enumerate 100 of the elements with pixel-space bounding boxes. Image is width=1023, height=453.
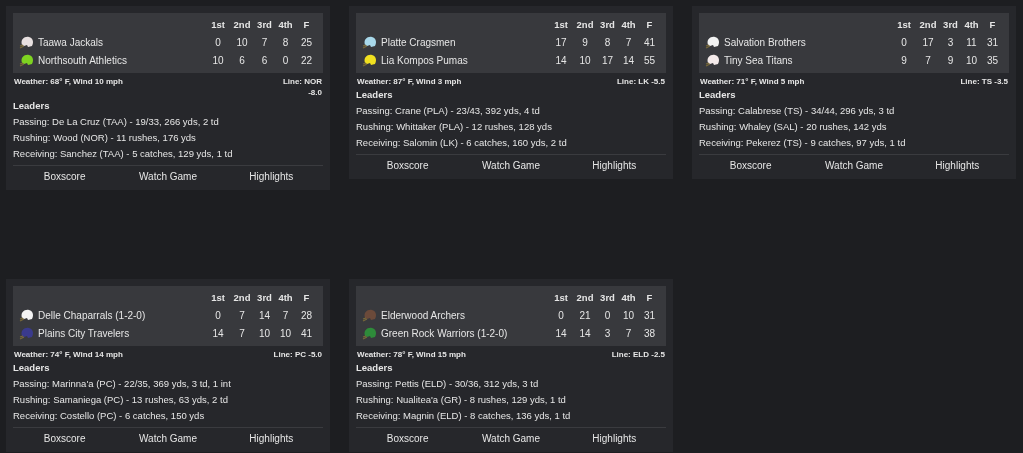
game-link[interactable]: Watch Game	[459, 158, 563, 174]
game-link[interactable]: Boxscore	[13, 431, 117, 447]
period-label: F	[645, 18, 654, 32]
score: 7	[281, 309, 290, 323]
score: 35	[985, 54, 1000, 68]
score: 3	[603, 327, 612, 341]
leader-stat: Receiving: Salomin (LK) - 6 catches, 160 yds, 2 td	[356, 137, 568, 149]
score: 0	[557, 309, 565, 323]
score: 10	[964, 54, 979, 68]
score: 17	[554, 36, 568, 50]
game-link[interactable]: Watch Game	[116, 169, 220, 185]
game-link[interactable]: Boxscore	[13, 169, 117, 185]
team-name: Salvation Brothers	[724, 36, 806, 50]
score: 10	[578, 54, 592, 68]
period-label: 4th	[277, 18, 294, 32]
period-label: 3rd	[599, 18, 616, 32]
leader-stat: Passing: De La Cruz (TAA) - 19/33, 266 yds, 2 td	[13, 116, 220, 128]
period-label: 4th	[277, 291, 294, 305]
score: 0	[214, 36, 222, 50]
leader-stat: Receiving: Sanchez (TAA) - 5 catches, 129 yds, 1 td	[13, 148, 234, 160]
weather-text: Weather: 78° F, Wind 15 mph	[357, 349, 466, 360]
team-name: Taawa Jackals	[38, 36, 104, 50]
game-link[interactable]: Highlights	[562, 158, 666, 174]
betting-line: Line: TS -3.5	[960, 76, 1008, 87]
period-label: 4th	[620, 18, 637, 32]
period-label: 1st	[896, 18, 912, 32]
weather-text: Weather: 74° F, Wind 14 mph	[14, 349, 123, 360]
leaders-heading: Leaders	[699, 89, 737, 101]
leader-stat: Rushing: Wood (NOR) - 11 rushes, 176 yds	[13, 132, 197, 144]
score: 11	[965, 36, 978, 50]
score: 14	[554, 54, 568, 68]
betting-line: Line: LK -5.5	[617, 76, 665, 87]
period-label: F	[302, 291, 311, 305]
period-label: 1st	[210, 291, 226, 305]
period-label: 1st	[553, 18, 569, 32]
weather-text: Weather: 68° F, Wind 10 mph	[14, 76, 123, 87]
leader-stat: Rushing: Nualitea'a (GR) - 8 rushes, 129 yds, 1 td	[356, 394, 567, 406]
betting-line: Line: ELD -2.5	[611, 349, 665, 360]
team-name: Platte Cragsmen	[381, 36, 456, 50]
period-label: F	[302, 18, 311, 32]
score: 6	[238, 54, 246, 68]
score: 0	[281, 54, 290, 68]
period-label: 3rd	[599, 291, 616, 305]
score: 6	[260, 54, 269, 68]
leaders-heading: Leaders	[13, 100, 51, 112]
score: 17	[921, 36, 935, 50]
period-label: 3rd	[256, 291, 273, 305]
score: 0	[214, 309, 222, 323]
score: 10	[257, 327, 272, 341]
leader-stat: Passing: Pettis (ELD) - 30/36, 312 yds, 3 td	[356, 378, 540, 390]
leader-stat: Rushing: Whaley (SAL) - 20 rushes, 142 yds	[699, 121, 888, 133]
period-label: 2nd	[232, 291, 252, 305]
score: 14	[621, 54, 636, 68]
score: 31	[985, 36, 1000, 50]
period-label: 4th	[620, 291, 637, 305]
score: 41	[642, 36, 657, 50]
period-label: 2nd	[575, 18, 595, 32]
team-name: Delle Chaparrals (1-2-0)	[38, 309, 146, 323]
score: 7	[238, 309, 246, 323]
score: 10	[278, 327, 293, 341]
score: 9	[581, 36, 589, 50]
score: 8	[281, 36, 290, 50]
weather-text: Weather: 71° F, Wind 5 mph	[700, 76, 805, 87]
score: 3	[946, 36, 955, 50]
score: 28	[299, 309, 314, 323]
leader-stat: Receiving: Pekerez (TS) - 9 catches, 97 yds, 1 td	[699, 137, 907, 149]
score: 0	[603, 309, 612, 323]
game-link[interactable]: Watch Game	[116, 431, 220, 447]
team-name: Northsouth Athletics	[38, 54, 127, 68]
score: 31	[642, 309, 657, 323]
game-link[interactable]: Highlights	[905, 158, 1009, 174]
score: 10	[211, 54, 225, 68]
game-link[interactable]: Watch Game	[802, 158, 906, 174]
game-link[interactable]: Boxscore	[699, 158, 803, 174]
score: 17	[600, 54, 615, 68]
score: 7	[624, 36, 633, 50]
score: 8	[603, 36, 612, 50]
weather-text: Weather: 87° F, Wind 3 mph	[357, 76, 462, 87]
leaders-heading: Leaders	[13, 362, 51, 374]
betting-line: Line: PC -5.0	[273, 349, 322, 360]
period-label: 4th	[963, 18, 980, 32]
period-label: 1st	[210, 18, 226, 32]
period-label: F	[645, 291, 654, 305]
score: 25	[299, 36, 314, 50]
game-link[interactable]: Boxscore	[356, 158, 460, 174]
leader-stat: Rushing: Whittaker (PLA) - 12 rushes, 128 yds	[356, 121, 553, 133]
leaders-heading: Leaders	[356, 362, 394, 374]
score: 10	[621, 309, 636, 323]
score: 9	[900, 54, 908, 68]
game-link[interactable]: Highlights	[562, 431, 666, 447]
score: 55	[642, 54, 657, 68]
game-link[interactable]: Watch Game	[459, 431, 563, 447]
game-link[interactable]: Boxscore	[356, 431, 460, 447]
leader-stat: Passing: Marinna'a (PC) - 22/35, 369 yds, 3 td, 1 int	[13, 378, 232, 390]
score: 14	[578, 327, 592, 341]
game-link[interactable]: Highlights	[219, 431, 323, 447]
score: 22	[299, 54, 314, 68]
period-label: 1st	[553, 291, 569, 305]
leader-stat: Rushing: Samaniega (PC) - 13 rushes, 63 yds, 2 td	[13, 394, 229, 406]
game-link[interactable]: Highlights	[219, 169, 323, 185]
